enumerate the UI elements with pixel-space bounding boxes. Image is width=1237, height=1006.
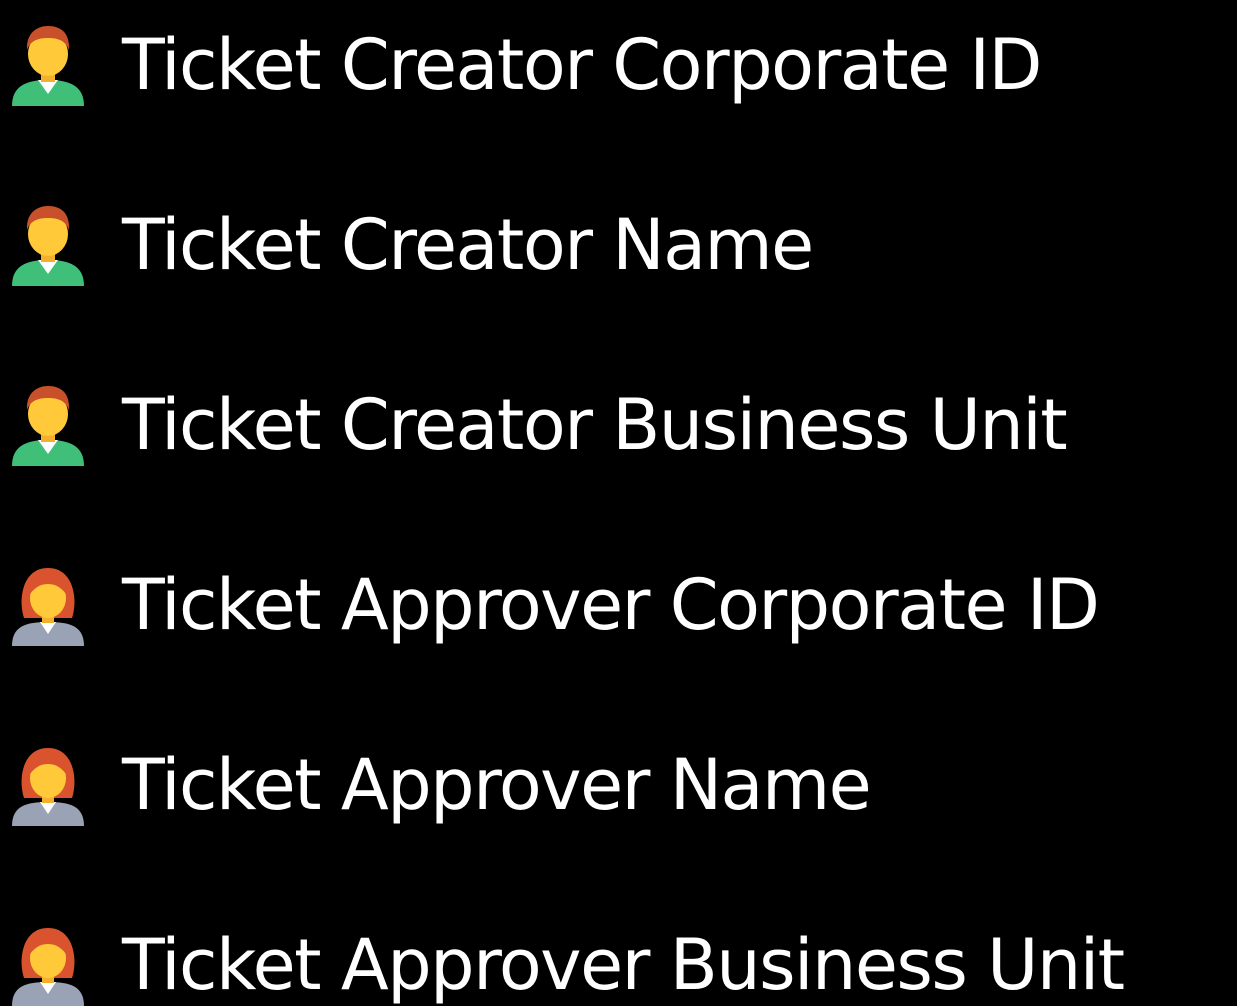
- list-item-approver-name[interactable]: Ticket Approver Name: [0, 730, 1237, 840]
- man-icon: [8, 20, 88, 110]
- list-item-creator-corporate-id[interactable]: Ticket Creator Corporate ID: [0, 10, 1237, 120]
- list-item-approver-corporate-id[interactable]: Ticket Approver Corporate ID: [0, 550, 1237, 660]
- woman-icon: [8, 740, 88, 830]
- list-item-label: Ticket Approver Name: [122, 744, 872, 826]
- list-item-label: Ticket Approver Business Unit: [122, 924, 1125, 1006]
- list-item-label: Ticket Approver Corporate ID: [122, 564, 1100, 646]
- list-item-creator-name[interactable]: Ticket Creator Name: [0, 190, 1237, 300]
- list-item-label: Ticket Creator Business Unit: [122, 384, 1068, 466]
- woman-icon: [8, 560, 88, 650]
- list-item-approver-business-unit[interactable]: Ticket Approver Business Unit: [0, 910, 1237, 1006]
- list-item-label: Ticket Creator Corporate ID: [122, 24, 1042, 106]
- man-icon: [8, 380, 88, 470]
- list-item-creator-business-unit[interactable]: Ticket Creator Business Unit: [0, 370, 1237, 480]
- woman-icon: [8, 920, 88, 1006]
- field-list: Ticket Creator Corporate ID Ticket Creat…: [0, 0, 1237, 1006]
- man-icon: [8, 200, 88, 290]
- list-item-label: Ticket Creator Name: [122, 204, 814, 286]
